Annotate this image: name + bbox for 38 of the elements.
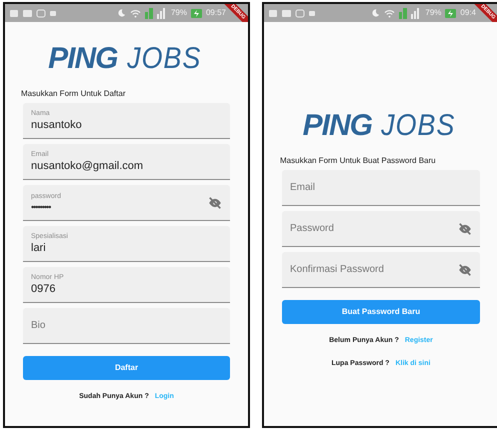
input-field[interactable]: Bio xyxy=(23,308,230,344)
eye-off-icon[interactable] xyxy=(458,222,472,234)
moon-icon xyxy=(116,8,126,18)
logo-text: PING xyxy=(48,44,118,74)
signal-icon xyxy=(144,8,167,18)
battery-charging-icon xyxy=(445,8,456,18)
notification-icons xyxy=(268,8,318,18)
moon-icon xyxy=(371,8,380,18)
logo-text: JOBS xyxy=(381,111,456,141)
notification-icons xyxy=(9,8,59,18)
field-placeholder: Konfirmasi Password xyxy=(290,263,385,277)
eye-off-icon[interactable] xyxy=(208,196,222,208)
wifi-icon xyxy=(130,8,141,18)
input-field[interactable]: Konfirmasi Password xyxy=(282,252,480,288)
submit-button[interactable]: Daftar xyxy=(23,356,230,380)
field-value: lari xyxy=(31,241,47,255)
status-time: 09:57 xyxy=(206,7,226,19)
form-heading: Masukkan Form Untuk Buat Password Baru xyxy=(279,155,437,167)
signal-icon xyxy=(399,8,422,18)
logo-text: PING xyxy=(302,111,372,141)
battery-charging-icon xyxy=(190,8,202,18)
field-value: nusantoko@gmail.com xyxy=(31,159,144,173)
form-heading: Masukkan Form Untuk Daftar xyxy=(20,88,126,100)
battery-percent: 79% xyxy=(425,7,442,19)
field-placeholder: Bio xyxy=(31,319,46,333)
field-placeholder: Password xyxy=(290,222,335,236)
battery-percent: 79% xyxy=(170,7,187,19)
field-value: nusantoko xyxy=(31,118,83,132)
field-placeholder: Email xyxy=(290,181,316,195)
input-field[interactable]: Password xyxy=(282,211,480,247)
logo-text: JOBS xyxy=(126,44,201,74)
input-field[interactable]: Email xyxy=(282,170,480,206)
field-value: 0976 xyxy=(31,282,56,296)
field-value: ••••••••• xyxy=(31,201,52,213)
wifi-icon xyxy=(384,8,396,18)
eye-off-icon[interactable] xyxy=(458,264,472,276)
status-time: 09:4 xyxy=(460,7,476,19)
submit-button[interactable]: Buat Password Baru xyxy=(282,300,480,324)
